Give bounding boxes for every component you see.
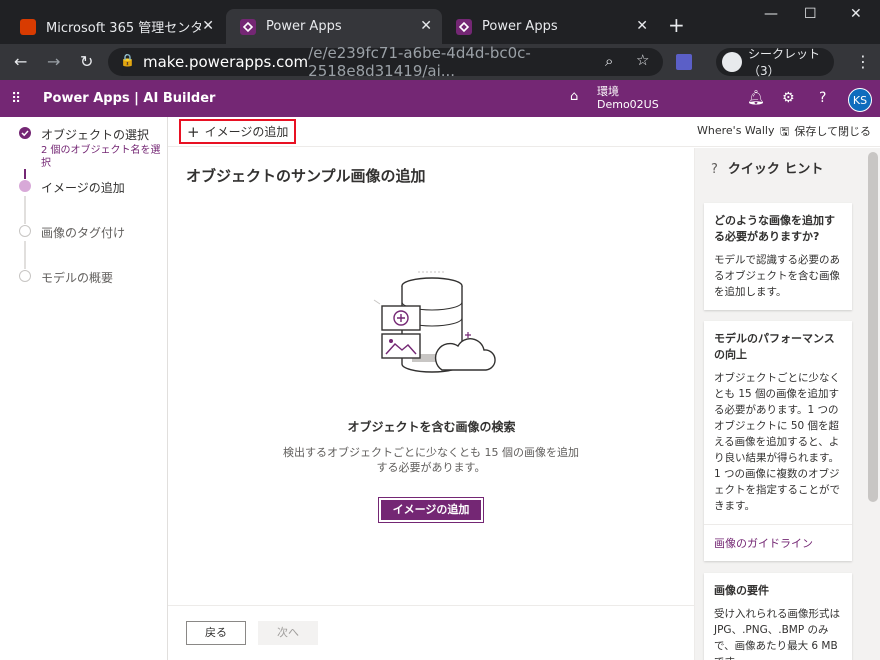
- hint-card-body: モデルで認識する必要のあるオブジェクトを含む画像を追加します。: [714, 254, 840, 298]
- hint-card-title: 画像の要件: [714, 584, 769, 597]
- environment-value: Demo02US: [597, 98, 659, 111]
- image-guidelines-link[interactable]: 画像のガイドライン: [704, 524, 852, 551]
- step-connector: [24, 241, 26, 269]
- hint-card: モデルのパフォーマンスの向上 オブジェクトごとに少なくとも 15 個の画像を追加…: [704, 321, 852, 561]
- url-host: make.powerapps.com: [143, 53, 309, 71]
- step-connector: [24, 196, 26, 224]
- save-and-close-label: 保存して閉じる: [794, 125, 872, 138]
- forward-icon[interactable]: →: [47, 52, 60, 71]
- maximize-icon[interactable]: ☐: [804, 6, 817, 22]
- model-name: Where's Wally: [697, 124, 775, 137]
- office-icon: [20, 18, 36, 35]
- browser-toolbar: ← → ↻ 🔒 make.powerapps.com/e/e239fc71-a6…: [0, 44, 880, 80]
- hint-card-body: 受け入れられる画像形式は JPG、.PNG、.BMP のみで、画像あたり最大 6…: [714, 608, 840, 660]
- avatar[interactable]: KS: [848, 88, 872, 112]
- command-bar: + イメージの追加 Where's Wally 🖫 保存して閉じる: [168, 117, 880, 147]
- wizard-footer: 戻る 次へ: [168, 605, 695, 660]
- current-step-dot-icon: [19, 180, 31, 192]
- empty-state-description: 検出するオブジェクトごとに少なくとも 15 個の画像を追加する必要があります。: [283, 446, 579, 474]
- empty-state-illustration: [373, 271, 496, 373]
- browser-tab-title: Power Apps: [266, 19, 342, 34]
- wizard-steps: オブジェクトの選択 2 個のオブジェクト名を選択 イメージの追加 画像のタグ付け…: [0, 117, 168, 660]
- reload-icon[interactable]: ↻: [80, 52, 93, 71]
- browser-tab-powerapps-active[interactable]: Power Apps ✕: [226, 9, 442, 44]
- lock-icon: 🔒: [120, 53, 135, 67]
- close-tab-icon[interactable]: ✕: [420, 18, 432, 34]
- browser-tab-strip: Microsoft 365 管理センター - / ✕ Power Apps ✕ …: [0, 0, 880, 44]
- browser-tab-m365[interactable]: Microsoft 365 管理センター - / ✕: [6, 9, 224, 44]
- close-tab-icon[interactable]: ✕: [202, 18, 214, 34]
- browser-tab-title: Power Apps: [482, 19, 558, 34]
- checkmark-icon: [19, 127, 31, 139]
- step-label: オブジェクトの選択: [41, 128, 150, 142]
- incognito-icon: [722, 52, 742, 72]
- page-title: オブジェクトのサンプル画像の追加: [186, 167, 426, 185]
- step-label: イメージの追加: [41, 181, 125, 195]
- add-images-label: イメージの追加: [204, 125, 289, 139]
- browser-tab-powerapps[interactable]: Power Apps ✕: [442, 9, 658, 44]
- address-bar[interactable]: 🔒 make.powerapps.com/e/e239fc71-a6be-4d4…: [108, 44, 663, 80]
- back-icon[interactable]: ←: [14, 52, 27, 71]
- incognito-indicator[interactable]: シークレット（3）: [716, 47, 834, 78]
- app-launcher-icon[interactable]: ⠿: [11, 91, 22, 107]
- back-button[interactable]: 戻る: [186, 621, 246, 645]
- pending-step-dot-icon: [19, 270, 31, 282]
- next-button[interactable]: 次へ: [258, 621, 318, 645]
- hint-card-body: オブジェクトごとに少なくとも 15 個の画像を追加する必要があります。1 つのオ…: [714, 372, 840, 512]
- bookmark-star-icon[interactable]: ☆: [636, 51, 649, 69]
- browser-menu-icon[interactable]: ⋮: [855, 52, 871, 71]
- step-sublabel: 2 個のオブジェクト名を選択: [41, 145, 161, 169]
- quick-hints-title: クイック ヒント: [727, 162, 824, 177]
- save-icon: 🖫: [780, 125, 790, 138]
- hint-card-title: どのような画像を追加する必要がありますか?: [714, 214, 835, 243]
- quick-hints-pane: ? クイック ヒント どのような画像を追加する必要がありますか? モデルで認識する…: [695, 148, 880, 660]
- powerapps-icon: [456, 18, 472, 35]
- plus-icon: +: [187, 122, 200, 141]
- window-close-icon[interactable]: ✕: [850, 6, 862, 22]
- app-title: Power Apps | AI Builder: [43, 91, 216, 106]
- help-icon[interactable]: ?: [819, 90, 826, 106]
- extension-icon[interactable]: [676, 54, 692, 70]
- step-label: モデルの概要: [41, 271, 114, 285]
- settings-gear-icon[interactable]: ⚙: [782, 90, 795, 106]
- pending-step-dot-icon: [19, 225, 31, 237]
- hints-scrollbar-thumb[interactable]: [868, 152, 878, 502]
- minimize-icon[interactable]: —: [764, 6, 778, 22]
- step-connector: [24, 169, 26, 179]
- environment-label: 環境: [597, 85, 619, 98]
- new-tab-icon[interactable]: +: [668, 13, 685, 37]
- incognito-label: シークレット（3）: [748, 47, 821, 78]
- question-icon: ?: [711, 162, 718, 177]
- hint-card: 画像の要件 受け入れられる画像形式は JPG、.PNG、.BMP のみで、画像あ…: [704, 573, 852, 660]
- hint-card: どのような画像を追加する必要がありますか? モデルで認識する必要のあるオブジェク…: [704, 203, 852, 310]
- environment-icon: ⌂: [570, 89, 579, 104]
- step-label: 画像のタグ付け: [41, 226, 126, 240]
- hint-card-title: モデルのパフォーマンスの向上: [714, 332, 835, 361]
- notifications-icon[interactable]: 🔔︎: [747, 90, 765, 106]
- powerapps-icon: [240, 18, 256, 35]
- zoom-icon[interactable]: ⌕: [605, 52, 613, 70]
- quick-hints-header: ? クイック ヒント: [711, 158, 823, 177]
- app-header: ⠿ Power Apps | AI Builder ⌂ 環境 Demo02US …: [0, 80, 880, 117]
- empty-state-title: オブジェクトを含む画像の検索: [347, 420, 516, 434]
- save-and-close-button[interactable]: 🖫 保存して閉じる: [780, 123, 871, 142]
- add-images-button[interactable]: イメージの追加: [378, 497, 484, 523]
- add-images-command[interactable]: + イメージの追加: [179, 119, 296, 144]
- main-content: オブジェクトのサンプル画像の追加 オブジェクトを含む画像の検索 検出するオブジェ…: [168, 148, 695, 660]
- close-tab-icon[interactable]: ✕: [636, 18, 648, 34]
- browser-tab-title: Microsoft 365 管理センター - /: [46, 21, 201, 36]
